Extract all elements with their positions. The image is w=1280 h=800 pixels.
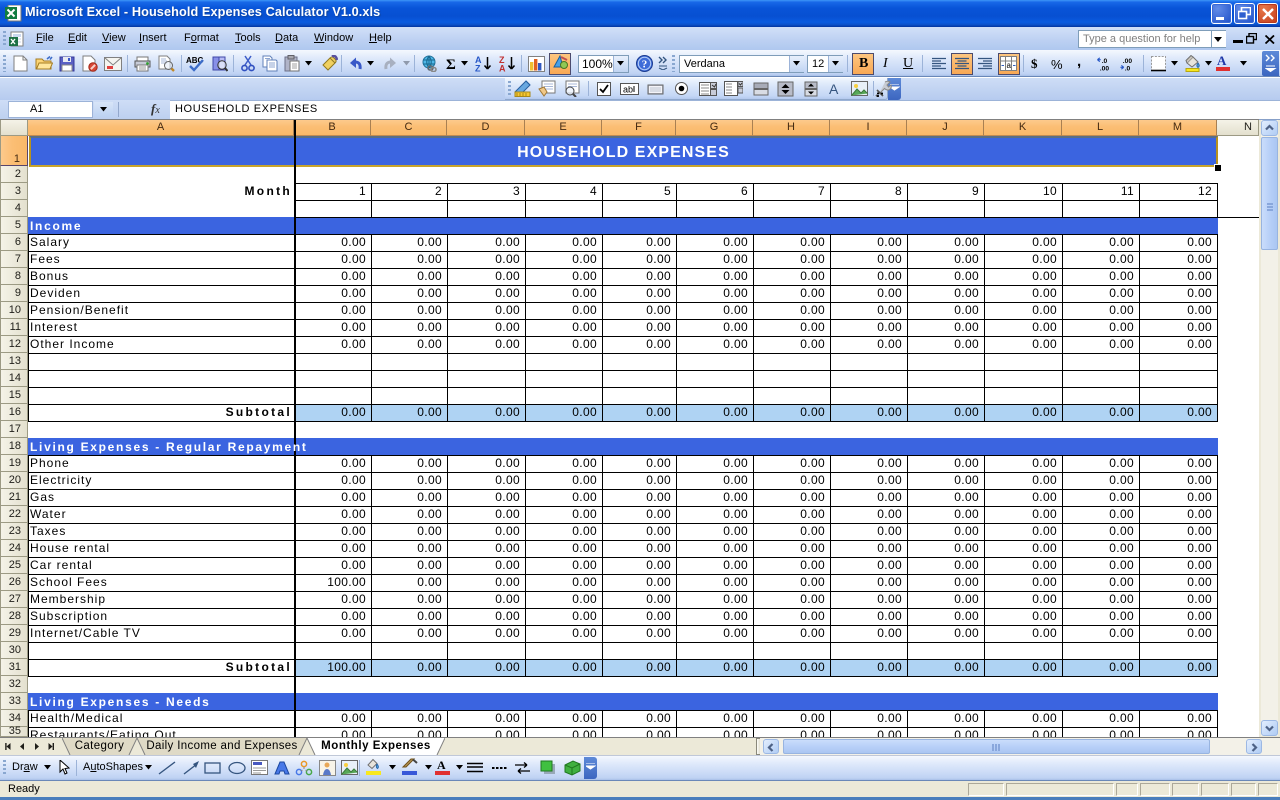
svg-text:Σ: Σ <box>446 57 456 71</box>
svg-text:A: A <box>829 81 839 96</box>
svg-text:?: ? <box>642 59 648 71</box>
svg-text:.00: .00 <box>1100 65 1110 71</box>
svg-text:.0: .0 <box>1125 65 1131 71</box>
svg-text:.00: .00 <box>1123 58 1133 65</box>
svg-text:a: a <box>1007 61 1012 70</box>
svg-text:Z: Z <box>475 64 481 73</box>
svg-text:A: A <box>499 64 506 73</box>
svg-text:.0: .0 <box>1102 58 1108 65</box>
svg-text:ab: ab <box>623 84 633 94</box>
